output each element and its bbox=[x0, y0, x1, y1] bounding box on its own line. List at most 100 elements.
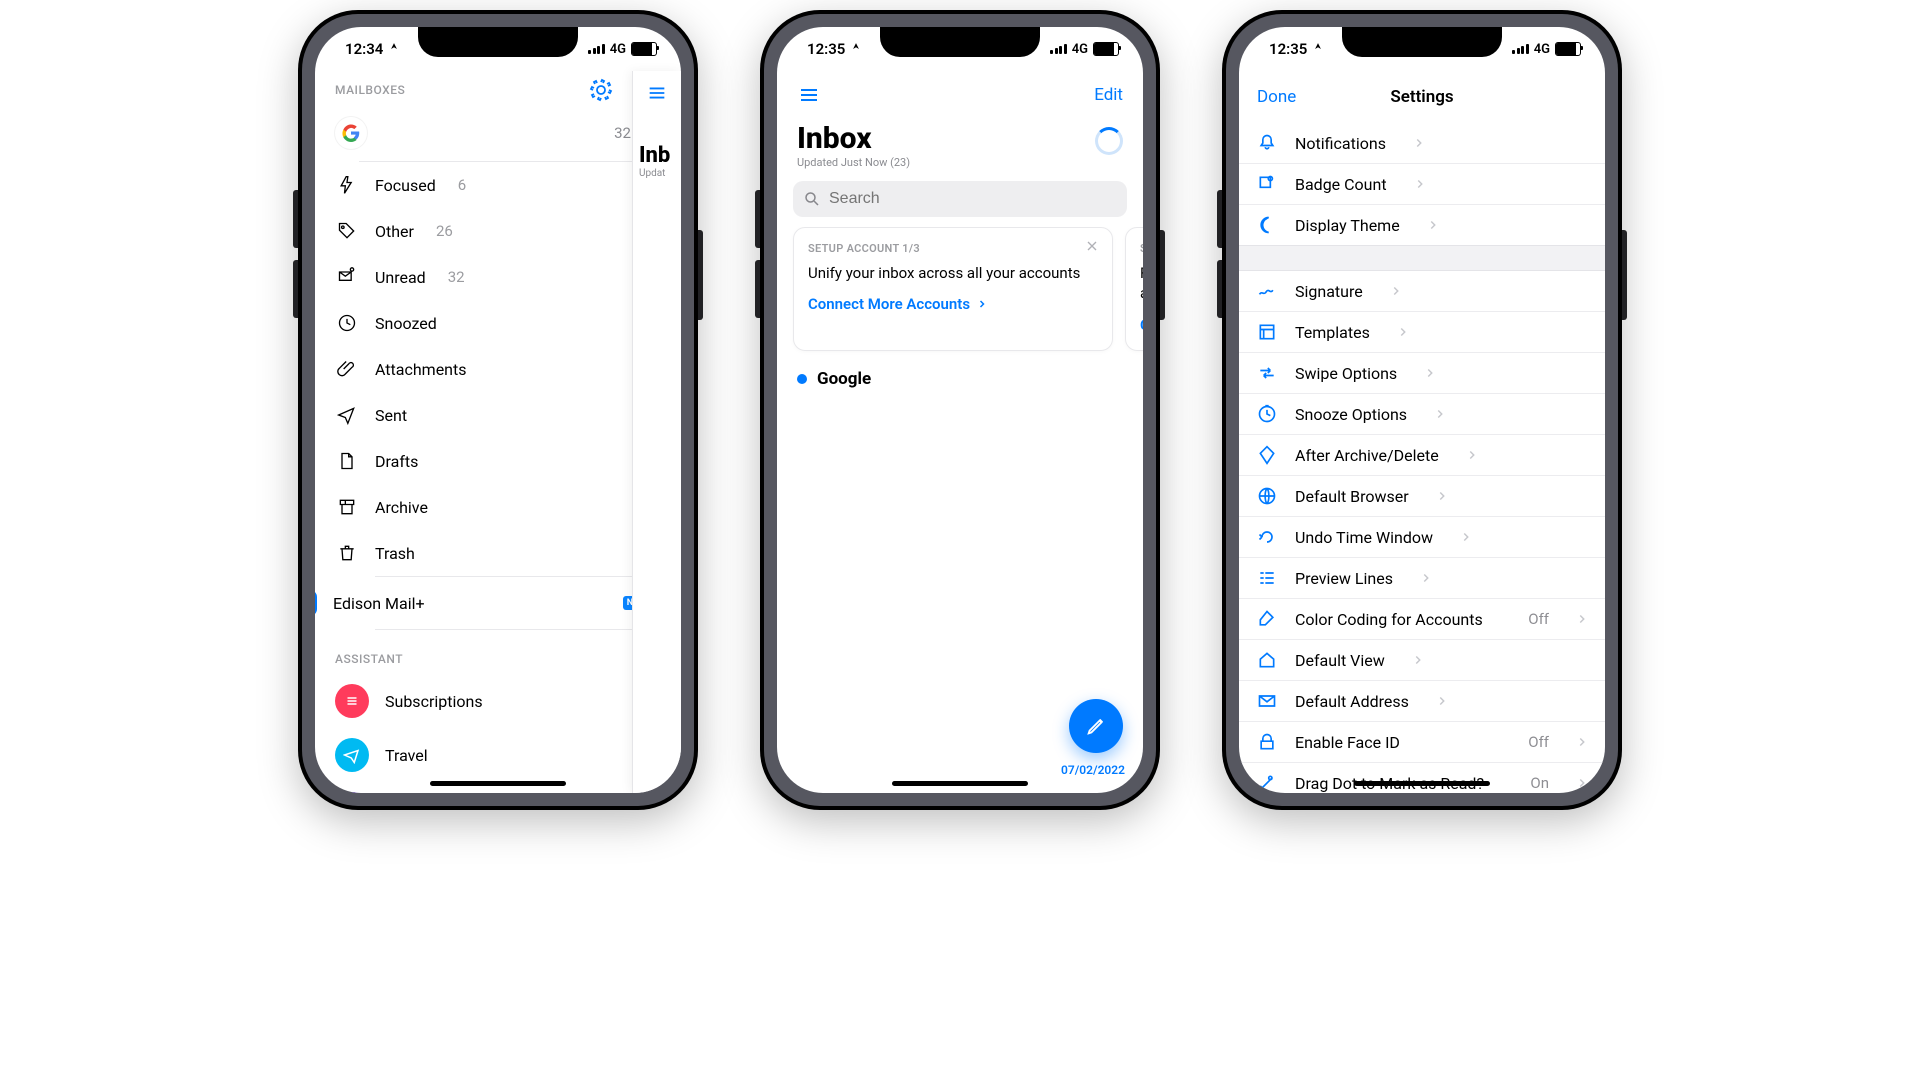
setting-display-theme[interactable]: Display Theme bbox=[1239, 205, 1605, 245]
folder-sent[interactable]: Sent bbox=[315, 392, 681, 438]
chevron-right-icon bbox=[1459, 530, 1473, 544]
setting-label: Preview Lines bbox=[1295, 569, 1393, 588]
setting-label: Templates bbox=[1295, 323, 1370, 342]
swipe-icon bbox=[1255, 363, 1279, 383]
setting-preview-lines[interactable]: Preview Lines bbox=[1239, 558, 1605, 599]
chevron-right-icon bbox=[1419, 571, 1433, 585]
setup-card[interactable]: SETUP ACCOUNT 1/3 Unify your inbox acros… bbox=[793, 227, 1113, 351]
chevron-right-icon bbox=[1389, 284, 1403, 298]
location-icon bbox=[849, 42, 863, 56]
trash-icon bbox=[335, 543, 359, 563]
setting-default-address[interactable]: Default Address bbox=[1239, 681, 1605, 722]
chevron-right-icon bbox=[1435, 489, 1449, 503]
close-button[interactable] bbox=[1084, 238, 1100, 254]
setting-color-coding-for-accounts[interactable]: Color Coding for AccountsOff bbox=[1239, 599, 1605, 640]
hamburger-icon[interactable] bbox=[633, 71, 681, 115]
folder-focused[interactable]: Focused6 bbox=[315, 162, 681, 208]
assistant-travel[interactable]: Travel bbox=[315, 728, 681, 782]
folder-snoozed[interactable]: Snoozed bbox=[315, 300, 681, 346]
loading-spinner-icon bbox=[1095, 127, 1123, 155]
compose-button[interactable] bbox=[1069, 699, 1123, 753]
folder-unread[interactable]: Unread 32 bbox=[315, 254, 681, 300]
status-time: 12:34 bbox=[345, 40, 383, 58]
chevron-right-icon bbox=[1575, 612, 1589, 626]
folder-label: Drafts bbox=[375, 452, 418, 471]
connect-link[interactable]: Connect More Accounts bbox=[808, 295, 1098, 313]
network-label: 4G bbox=[1072, 42, 1088, 57]
send-icon bbox=[335, 405, 359, 425]
location-icon bbox=[1311, 42, 1325, 56]
bolt-icon bbox=[335, 175, 359, 195]
setting-drag-dot-to-mark-as-read-[interactable]: Drag Dot to Mark as Read?On bbox=[1239, 763, 1605, 793]
setup-label: SETUP ACCOUNT 1/3 bbox=[808, 242, 1098, 255]
assistant-subscriptions[interactable]: Subscriptions bbox=[315, 674, 681, 728]
account-dot-icon bbox=[797, 374, 807, 384]
setting-swipe-options[interactable]: Swipe Options bbox=[1239, 353, 1605, 394]
clip-icon bbox=[335, 359, 359, 379]
folder-other[interactable]: Other26 bbox=[315, 208, 681, 254]
status-time: 12:35 bbox=[1269, 40, 1307, 58]
chevron-right-icon bbox=[1396, 325, 1410, 339]
search-field[interactable] bbox=[793, 181, 1127, 217]
mailboxes-header: MAILBOXES bbox=[335, 83, 405, 97]
assistant-list: SubscriptionsTravelPackages bbox=[315, 674, 681, 793]
search-input[interactable] bbox=[827, 189, 1117, 209]
account-count: 32 bbox=[614, 124, 631, 142]
done-button[interactable]: Done bbox=[1257, 87, 1296, 107]
folder-drafts[interactable]: Drafts bbox=[315, 438, 681, 484]
folder-archive[interactable]: Archive bbox=[315, 484, 681, 530]
settings-button[interactable] bbox=[589, 78, 613, 102]
section-gap bbox=[1239, 245, 1605, 271]
chevron-right-icon bbox=[1435, 694, 1449, 708]
diamond-icon bbox=[1255, 445, 1279, 465]
setting-undo-time-window[interactable]: Undo Time Window bbox=[1239, 517, 1605, 558]
account-row[interactable]: 32 bbox=[315, 113, 681, 161]
folder-label: Other bbox=[375, 222, 414, 241]
archive-icon bbox=[335, 497, 359, 517]
folder-label: Focused bbox=[375, 176, 436, 195]
setting-notifications[interactable]: Notifications bbox=[1239, 123, 1605, 164]
setting-default-view[interactable]: Default View bbox=[1239, 640, 1605, 681]
setting-signature[interactable]: Signature bbox=[1239, 271, 1605, 312]
setting-label: Undo Time Window bbox=[1295, 528, 1433, 547]
lines-icon bbox=[1255, 568, 1279, 588]
edison-mail-plus[interactable]: Edison Mail+ NEW bbox=[315, 577, 681, 629]
folder-count: 32 bbox=[448, 268, 465, 286]
account-name: Google bbox=[817, 369, 871, 389]
phone-inbox: 12:35 4G Edit Inbox Updated Just Now (23… bbox=[760, 10, 1160, 810]
inbox-edge-panel: Inb Updat bbox=[632, 71, 681, 793]
setting-snooze-options[interactable]: Snooze Options bbox=[1239, 394, 1605, 435]
account-header[interactable]: Google bbox=[777, 365, 1143, 393]
menu-button[interactable] bbox=[797, 83, 821, 107]
chevron-right-icon bbox=[1413, 177, 1427, 191]
folder-attachments[interactable]: Attachments bbox=[315, 346, 681, 392]
setting-label: Snooze Options bbox=[1295, 405, 1407, 424]
setup-desc: Unify your inbox across all your account… bbox=[808, 263, 1098, 283]
folder-trash[interactable]: Trash bbox=[315, 530, 681, 576]
setting-badge-count[interactable]: Badge Count bbox=[1239, 164, 1605, 205]
setting-label: Badge Count bbox=[1295, 175, 1387, 194]
clock-icon bbox=[335, 313, 359, 333]
setting-enable-face-id[interactable]: Enable Face IDOff bbox=[1239, 722, 1605, 763]
setting-after-archive-delete[interactable]: After Archive/Delete bbox=[1239, 435, 1605, 476]
connect-link[interactable]: Co bbox=[1140, 316, 1143, 334]
folder-label: Unread bbox=[375, 268, 426, 287]
edit-button[interactable]: Edit bbox=[1094, 85, 1123, 105]
setup-card-2[interactable]: SE Fi an Co bbox=[1125, 227, 1143, 351]
globe-icon bbox=[1255, 486, 1279, 506]
setup-label: SE bbox=[1140, 242, 1143, 255]
doc-icon bbox=[335, 451, 359, 471]
setting-label: Swipe Options bbox=[1295, 364, 1397, 383]
setting-label: After Archive/Delete bbox=[1295, 446, 1439, 465]
chevron-right-icon bbox=[1412, 136, 1426, 150]
setting-label: Default Address bbox=[1295, 692, 1409, 711]
home-icon bbox=[1255, 650, 1279, 670]
battery-icon bbox=[1555, 42, 1581, 56]
badge-icon bbox=[1255, 174, 1279, 194]
setting-default-browser[interactable]: Default Browser bbox=[1239, 476, 1605, 517]
bell-icon bbox=[1255, 133, 1279, 153]
chevron-right-icon bbox=[1465, 448, 1479, 462]
battery-icon bbox=[1093, 42, 1119, 56]
status-time: 12:35 bbox=[807, 40, 845, 58]
setting-templates[interactable]: Templates bbox=[1239, 312, 1605, 353]
